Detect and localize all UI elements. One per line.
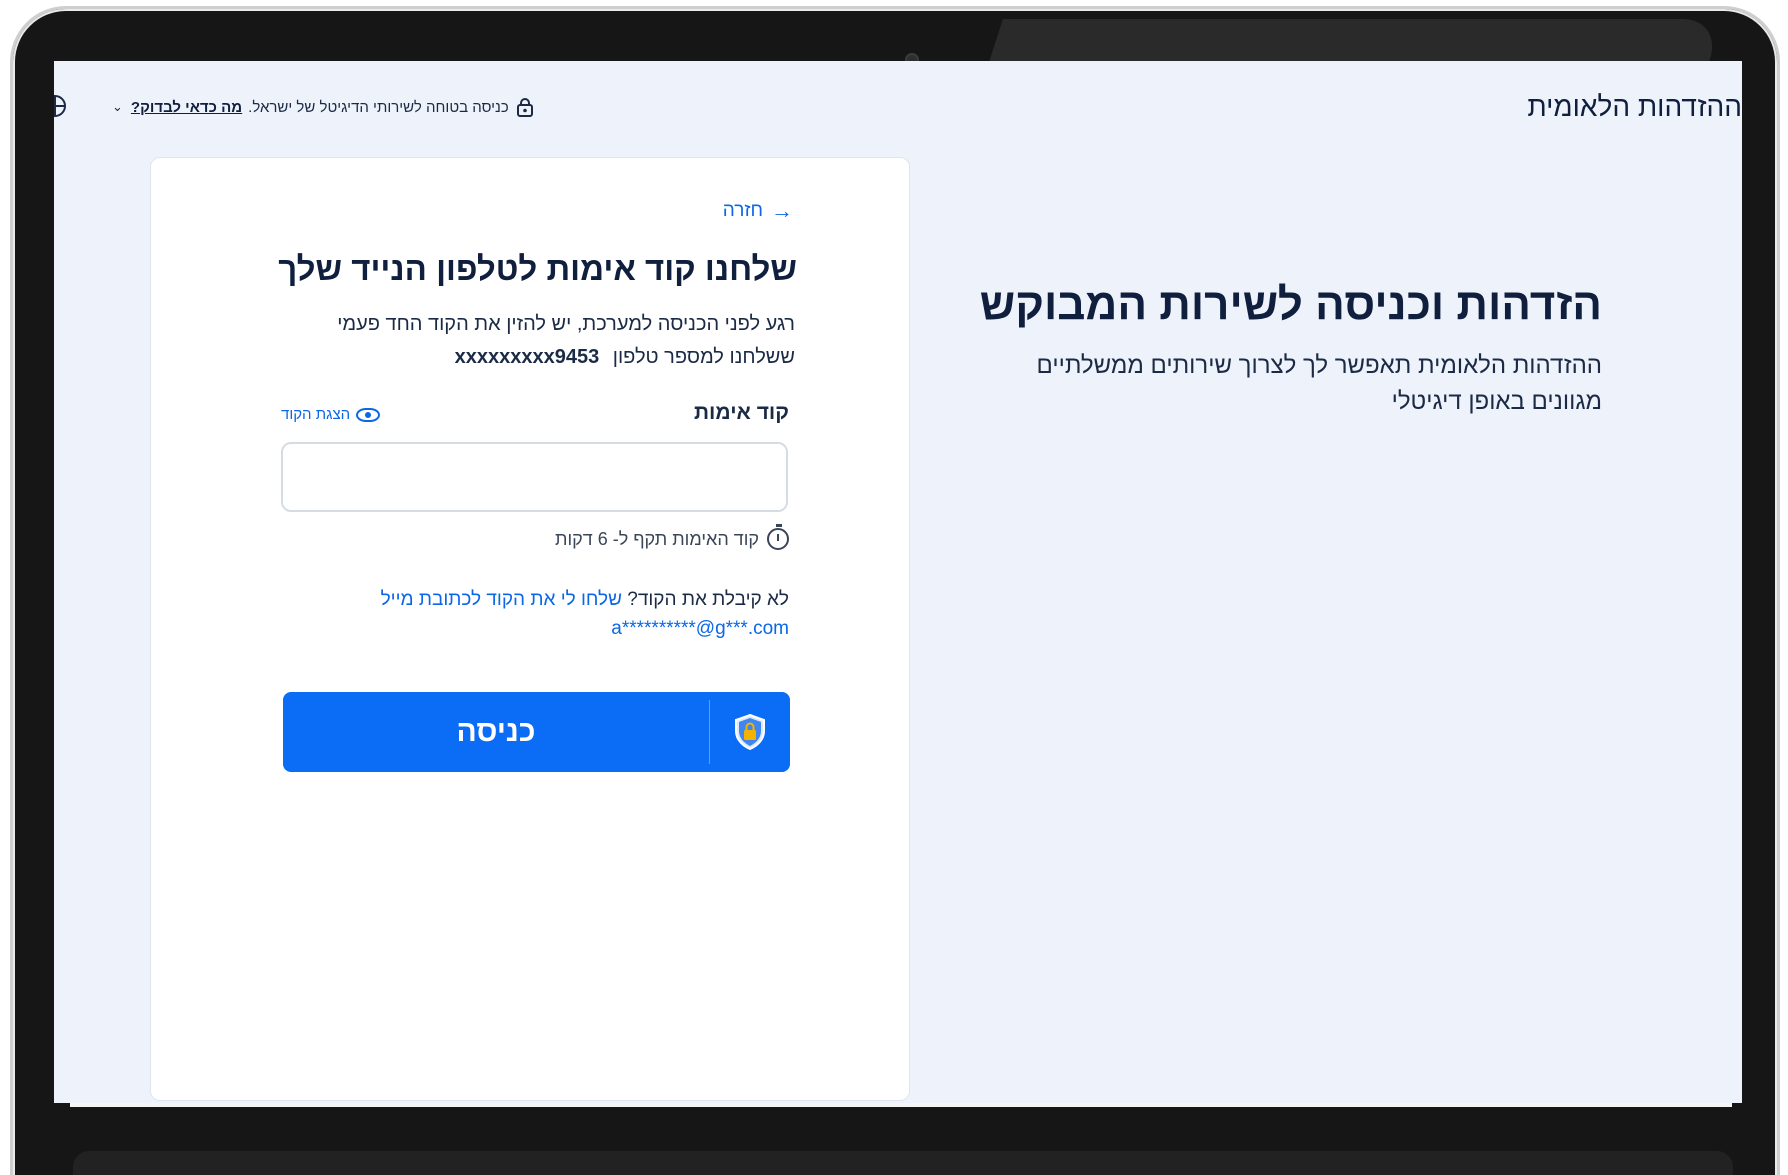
login-button-label: כניסה <box>456 715 536 748</box>
masked-phone: xxxxxxxxx9453 <box>454 346 600 368</box>
laptop-base <box>73 1151 1733 1175</box>
hero-subtitle: ההזדהות הלאומית תאפשר לך לצרוך שירותים מ… <box>1036 351 1602 415</box>
back-link[interactable]: → חזרה <box>723 200 793 222</box>
lock-icon <box>515 97 535 117</box>
resend-section: לא קיבלת את הקוד? שלחו לי את הקוד לכתובת… <box>269 586 789 643</box>
shield-lock-icon <box>710 692 790 772</box>
resend-question: לא קיבלת את הקוד? <box>627 589 789 610</box>
timer-text: קוד האימות תקף ל- 6 דקות <box>555 528 759 549</box>
resend-email-link[interactable]: שלחו לי את הקוד לכתובת מייל <box>381 589 622 610</box>
back-label: חזרה <box>722 200 763 221</box>
masked-email[interactable]: a**********@g***.com <box>269 615 789 644</box>
card-title: שלחנו קוד אימות לטלפון הנייד שלך <box>278 250 797 287</box>
what-to-check-link[interactable]: מה כדאי לבדוק? <box>131 99 242 116</box>
hero: הזדהות וכניסה לשירות המבוקש ההזדהות הלאו… <box>962 279 1602 420</box>
show-code-label: הצגת הקוד <box>281 406 351 423</box>
chevron-down-icon[interactable]: ⌄ <box>112 99 123 115</box>
otp-card: → חזרה שלחנו קוד אימות לטלפון הנייד שלך … <box>150 157 910 1101</box>
secure-note-text: כניסה בטוחה לשירותי הדיגיטל של ישראל. <box>248 98 509 116</box>
eye-icon <box>356 407 381 422</box>
otp-code-input[interactable] <box>281 442 788 512</box>
stopwatch-icon <box>767 524 789 550</box>
timer-note: קוד האימות תקף ל- 6 דקות <box>555 524 789 550</box>
secure-entry-note: כניסה בטוחה לשירותי הדיגיטל של ישראל. מה… <box>112 97 535 117</box>
arrow-right-icon: → <box>771 198 793 223</box>
login-button[interactable]: כניסה <box>283 692 790 772</box>
app-title: ההזדהות הלאומית <box>1527 91 1742 122</box>
globe-icon[interactable] <box>54 95 66 117</box>
hero-title: הזדהות וכניסה לשירות המבוקש <box>979 280 1602 329</box>
code-field-label: קוד אימות <box>693 401 789 424</box>
screen: ההזדהות הלאומית כניסה בטוחה לשירותי הדיג… <box>54 61 1742 1103</box>
show-code-toggle[interactable]: הצגת הקוד <box>281 406 381 423</box>
card-description: רגע לפני הכניסה למערכת, יש להזין את הקוד… <box>275 308 795 374</box>
screen-bottom-edge <box>70 1103 1732 1107</box>
